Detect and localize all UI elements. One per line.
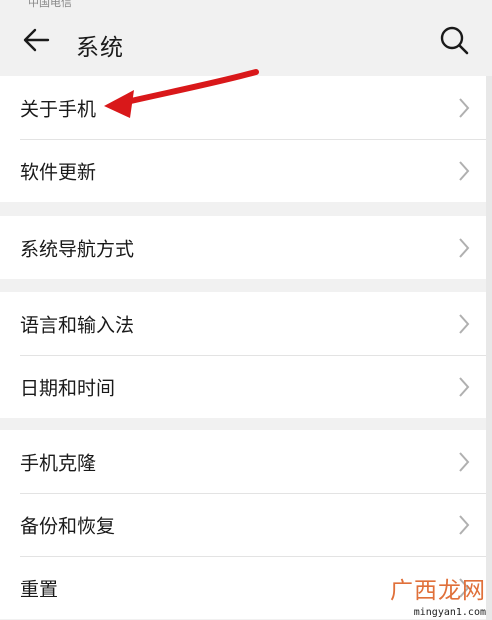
watermark-text: 广西龙网 (390, 578, 486, 604)
chevron-right-icon (459, 160, 470, 181)
search-icon (440, 26, 469, 55)
chevron-right-icon (459, 313, 470, 334)
menu-item-label: 备份和恢复 (20, 515, 116, 537)
menu-item-about-phone[interactable]: 关于手机 (0, 76, 486, 139)
page-title: 系统 (76, 35, 124, 61)
menu-item-label: 日期和时间 (20, 377, 116, 399)
arrow-left-icon (23, 28, 50, 52)
menu-item-backup-restore[interactable]: 备份和恢复 (0, 493, 486, 556)
chevron-right-icon (459, 97, 470, 118)
menu-item-label: 手机克隆 (20, 452, 97, 474)
menu-item-date-time[interactable]: 日期和时间 (0, 355, 486, 418)
scroll-edge (486, 76, 492, 620)
app-header: 系统 (0, 8, 492, 76)
menu-item-label: 系统导航方式 (20, 238, 135, 260)
chevron-right-icon (459, 451, 470, 472)
menu-item-label: 语言和输入法 (20, 314, 135, 336)
menu-item-software-update[interactable]: 软件更新 (0, 139, 486, 202)
chevron-right-icon (459, 237, 470, 258)
chevron-right-icon (459, 514, 470, 535)
status-bar: 中国电信 (0, 0, 492, 9)
settings-group-1: 关于手机 软件更新 (0, 76, 486, 202)
menu-item-label: 重置 (20, 578, 59, 600)
settings-group-2: 系统导航方式 (0, 216, 486, 279)
watermark-url: mingyan1.com (413, 607, 486, 618)
chevron-right-icon (459, 376, 470, 397)
watermark: 广西龙网 mingyan1.com (390, 571, 486, 618)
menu-item-label: 关于手机 (20, 98, 97, 120)
settings-group-3: 语言和输入法 日期和时间 (0, 292, 486, 418)
back-button[interactable] (18, 22, 54, 58)
menu-item-navigation[interactable]: 系统导航方式 (0, 216, 486, 279)
menu-item-label: 软件更新 (20, 161, 97, 183)
menu-item-phone-clone[interactable]: 手机克隆 (0, 430, 486, 493)
menu-item-language-input[interactable]: 语言和输入法 (0, 292, 486, 355)
search-button[interactable] (436, 22, 472, 58)
